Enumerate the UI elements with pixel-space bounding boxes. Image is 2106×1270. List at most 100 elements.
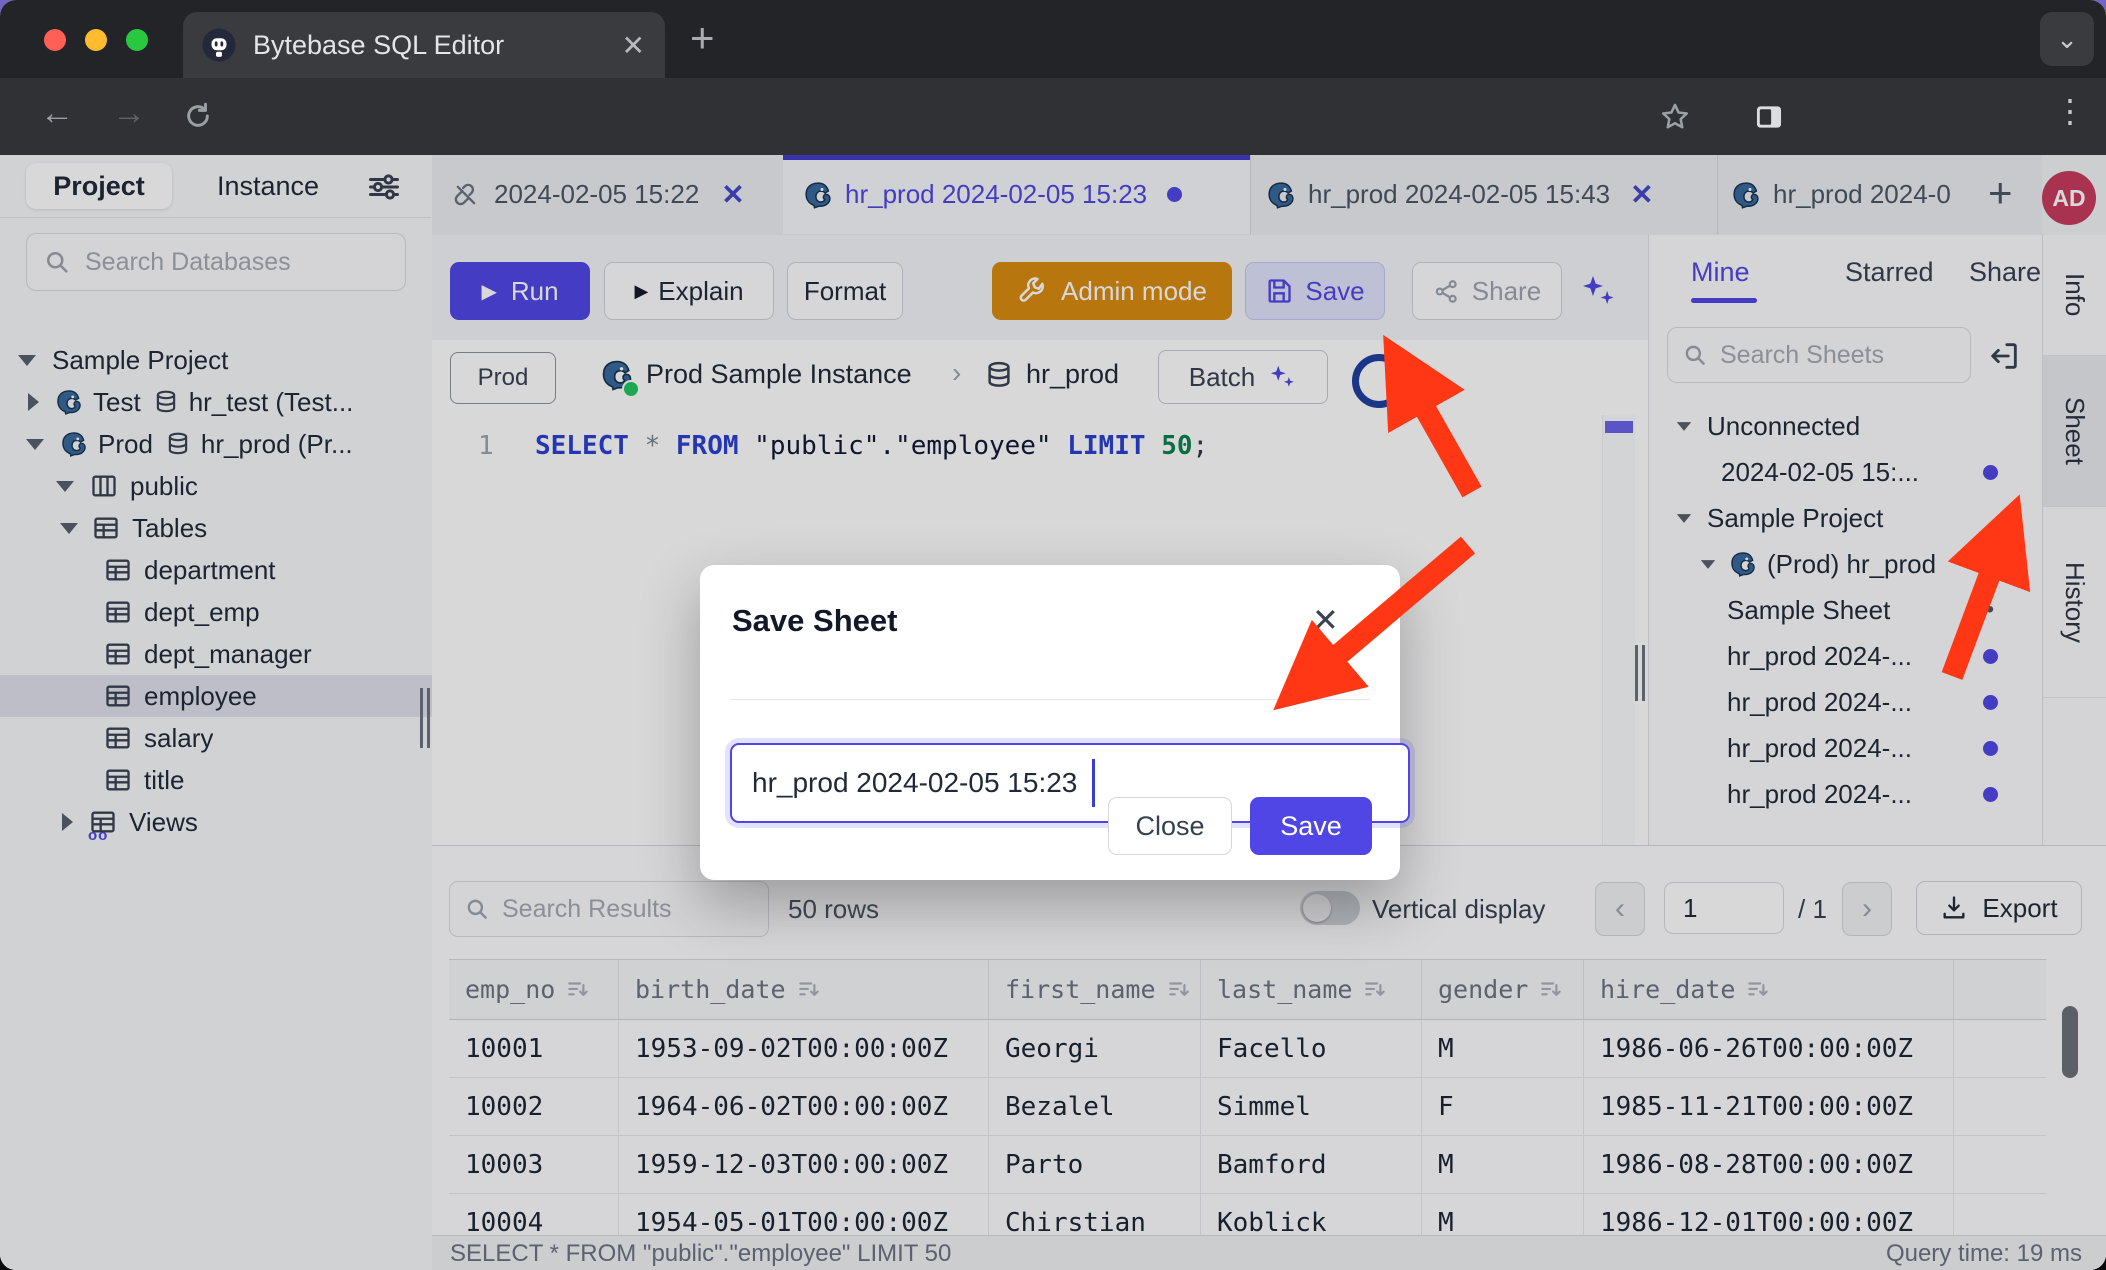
tree-item-prod-database[interactable]: Prod hr_prod (Pr... (0, 423, 432, 465)
format-button[interactable]: Format (787, 262, 903, 320)
explain-button[interactable]: ▶Explain (604, 262, 774, 320)
table-cell[interactable]: 10001 (449, 1020, 619, 1078)
tree-item-table-department[interactable]: department (0, 549, 432, 591)
panel-resize-handle[interactable] (1635, 645, 1638, 701)
table-cell[interactable]: M (1422, 1020, 1584, 1078)
column-header[interactable]: first_name (989, 960, 1201, 1020)
caret-down-icon[interactable] (1677, 514, 1691, 523)
table-cell[interactable]: 10004 (449, 1194, 619, 1237)
table-cell[interactable]: 10003 (449, 1136, 619, 1194)
table-cell[interactable]: 1985-11-21T00:00:00Z (1584, 1078, 1954, 1136)
reload-icon[interactable] (182, 100, 214, 132)
table-cell[interactable]: 1954-05-01T00:00:00Z (619, 1194, 989, 1237)
table-cell[interactable]: M (1422, 1136, 1584, 1194)
column-header[interactable]: birth_date (619, 960, 989, 1020)
instance-name[interactable]: Prod Sample Instance (646, 359, 912, 390)
browser-tab[interactable]: Bytebase SQL Editor ✕ (183, 12, 665, 78)
tree-group-tables[interactable]: Tables (0, 507, 432, 549)
sidebar-resize-handle[interactable] (427, 688, 430, 748)
editor-scrollbar-thumb[interactable] (1605, 421, 1633, 433)
bookmark-star-icon[interactable] (1658, 100, 1692, 134)
batch-button[interactable]: Batch (1158, 350, 1328, 404)
side-tab-sheet[interactable]: Sheet (2043, 356, 2106, 507)
browser-menu-icon[interactable]: ⋮ (2054, 92, 2086, 130)
table-cell[interactable]: 1986-06-26T00:00:00Z (1584, 1020, 1954, 1078)
query-tab-1[interactable]: 2024-02-05 15:22 ✕ (432, 155, 784, 234)
table-cell[interactable]: F (1422, 1078, 1584, 1136)
table-cell[interactable]: Simmel (1201, 1078, 1422, 1136)
side-panel-icon[interactable] (1752, 100, 1786, 134)
side-tab-history[interactable]: History (2043, 507, 2106, 698)
filter-sliders-icon[interactable] (366, 169, 402, 205)
table-cell[interactable]: 1959-12-03T00:00:00Z (619, 1136, 989, 1194)
tree-group-views[interactable]: oo Views (0, 801, 432, 843)
caret-down-icon[interactable] (18, 355, 36, 366)
database-search-input[interactable]: Search Databases (26, 233, 406, 291)
dialog-save-button[interactable]: Save (1250, 797, 1372, 855)
sheet-group-unconnected[interactable]: Unconnected (1649, 403, 2043, 449)
tree-item-table-dept-manager[interactable]: dept_manager (0, 633, 432, 675)
caret-down-icon[interactable] (1677, 422, 1691, 431)
forward-icon[interactable]: → (112, 94, 146, 133)
side-tab-info[interactable]: Info (2043, 235, 2106, 356)
caret-down-icon[interactable] (26, 439, 44, 450)
column-header[interactable]: gender (1422, 960, 1584, 1020)
caret-right-icon[interactable] (28, 393, 39, 411)
sheet-search-input[interactable]: Search Sheets (1667, 327, 1971, 383)
caret-down-icon[interactable] (60, 523, 78, 534)
tree-item-table-title[interactable]: title (0, 759, 432, 801)
results-search-input[interactable]: Search Results (449, 881, 769, 937)
admin-mode-button[interactable]: Admin mode (992, 262, 1232, 320)
caret-down-icon[interactable] (1701, 560, 1715, 569)
table-cell[interactable]: Facello (1201, 1020, 1422, 1078)
table-cell[interactable]: Koblick (1201, 1194, 1422, 1237)
user-avatar[interactable]: AD (2042, 171, 2096, 225)
more-menu-icon[interactable]: ••• (1965, 596, 1996, 624)
tree-item-table-dept-emp[interactable]: dept_emp (0, 591, 432, 633)
column-header[interactable]: last_name (1201, 960, 1422, 1020)
sort-icon[interactable] (565, 977, 591, 1003)
run-button[interactable]: ▶Run (450, 262, 590, 320)
sheet-item[interactable]: hr_prod 2024-... (1649, 771, 2043, 817)
ai-sparkles-icon[interactable] (1578, 271, 1618, 311)
column-header[interactable]: hire_date (1584, 960, 1954, 1020)
tree-item-table-salary[interactable]: salary (0, 717, 432, 759)
page-input[interactable]: 1 (1664, 882, 1784, 934)
export-button[interactable]: Export (1916, 881, 2082, 935)
tree-item-table-employee[interactable]: employee (0, 675, 432, 717)
sheet-item[interactable]: hr_prod 2024-... (1649, 679, 2043, 725)
window-zoom-button[interactable] (126, 29, 148, 51)
panel-resize-handle[interactable] (1642, 645, 1645, 701)
table-cell[interactable]: 1953-09-02T00:00:00Z (619, 1020, 989, 1078)
tree-item-schema-public[interactable]: public (0, 465, 432, 507)
table-cell[interactable]: Georgi (989, 1020, 1201, 1078)
import-sheet-icon[interactable] (1987, 339, 2021, 373)
new-tab-icon[interactable]: + (690, 14, 715, 62)
table-cell[interactable]: Bamford (1201, 1136, 1422, 1194)
sort-icon[interactable] (1538, 977, 1564, 1003)
table-cell[interactable]: 10002 (449, 1078, 619, 1136)
next-page-button[interactable]: › (1842, 882, 1892, 936)
table-cell[interactable]: Parto (989, 1136, 1201, 1194)
sort-icon[interactable] (1745, 977, 1771, 1003)
caret-down-icon[interactable] (56, 481, 74, 492)
sheet-tab-share[interactable]: Share (1969, 257, 2041, 288)
table-cell[interactable]: 1986-08-28T00:00:00Z (1584, 1136, 1954, 1194)
tab-close-icon[interactable]: ✕ (622, 29, 645, 62)
sort-icon[interactable] (1166, 977, 1192, 1003)
back-icon[interactable]: ← (40, 94, 74, 133)
window-minimize-button[interactable] (85, 29, 107, 51)
editor-scrollbar-track[interactable] (1602, 415, 1635, 845)
add-query-tab-icon[interactable]: + (1988, 169, 2013, 217)
vertical-display-toggle[interactable] (1300, 891, 1360, 925)
column-header[interactable]: emp_no (449, 960, 619, 1020)
share-button[interactable]: Share (1412, 262, 1562, 320)
sidebar-resize-handle[interactable] (420, 688, 423, 748)
sheet-tab-mine[interactable]: Mine (1691, 257, 1757, 303)
sort-icon[interactable] (1362, 977, 1388, 1003)
prev-page-button[interactable]: ‹ (1595, 882, 1645, 936)
sheet-tab-starred[interactable]: Starred (1845, 257, 1934, 288)
query-tab-2-active[interactable]: hr_prod 2024-02-05 15:23 (783, 155, 1251, 234)
query-tab-3[interactable]: hr_prod 2024-02-05 15:43 ✕ (1250, 155, 1718, 234)
sheet-group-sample-project[interactable]: Sample Project (1649, 495, 2043, 541)
